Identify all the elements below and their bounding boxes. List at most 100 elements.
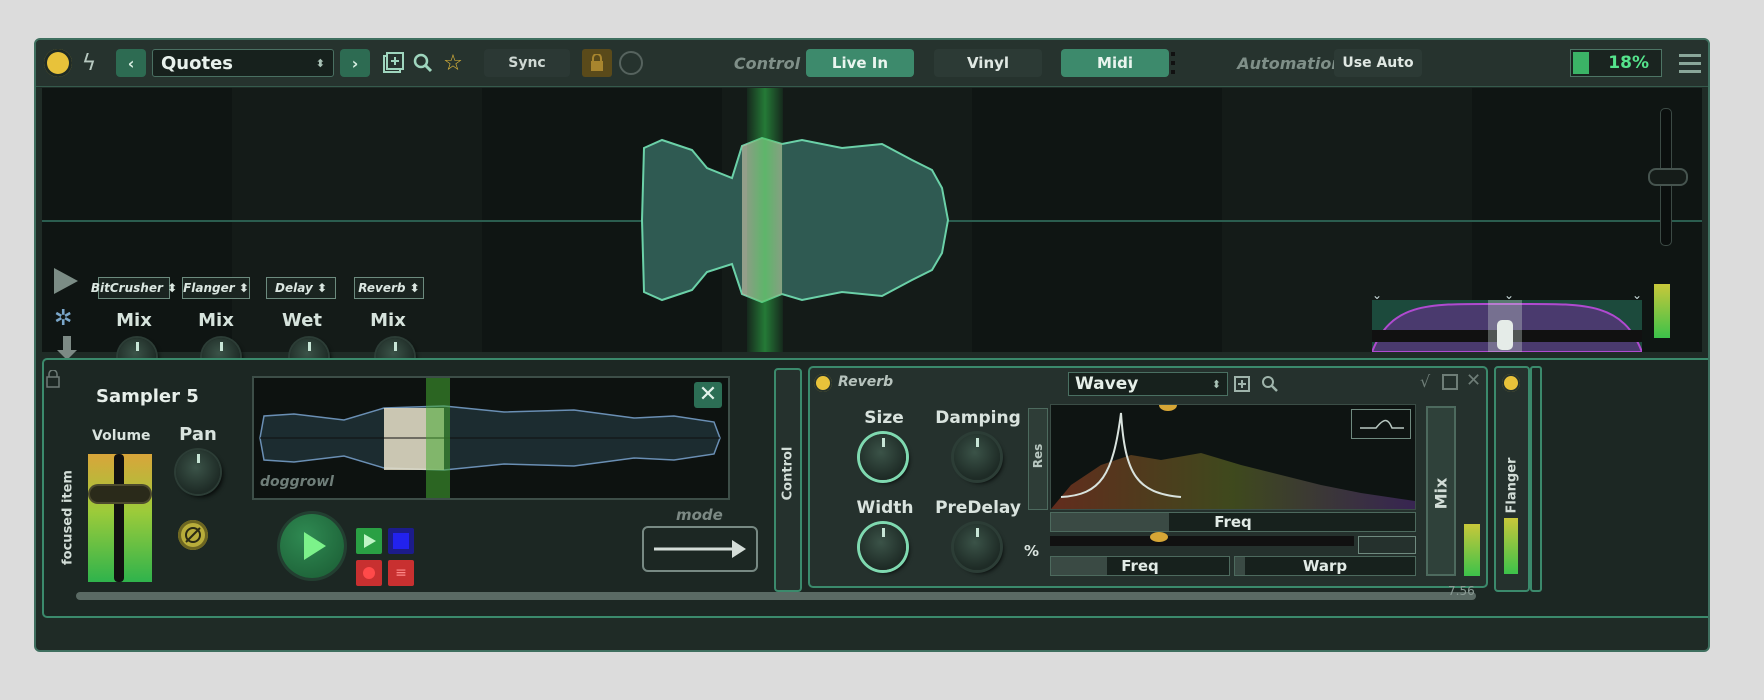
- knob-label: Mix: [370, 310, 406, 331]
- preset-dropdown[interactable]: Quotes ⬍: [152, 49, 334, 77]
- level-meter: [1654, 284, 1670, 338]
- horizontal-scrollbar[interactable]: [76, 592, 1476, 600]
- menu-icon[interactable]: [1679, 51, 1701, 75]
- sample-playhead[interactable]: [426, 378, 450, 498]
- collapsed-tab[interactable]: [1530, 366, 1542, 592]
- drag-handle-icon[interactable]: [1170, 49, 1176, 77]
- lock-icon[interactable]: [46, 369, 60, 392]
- search-icon[interactable]: [408, 49, 438, 77]
- app-window: ϟ ‹ Quotes ⬍ › ☆ Sync Control Live In Vi…: [34, 38, 1710, 652]
- vinyl-button[interactable]: Vinyl: [934, 49, 1042, 77]
- play-small-icon[interactable]: [356, 528, 382, 554]
- lock-icon[interactable]: [582, 49, 612, 77]
- midi-button[interactable]: Midi: [1061, 49, 1169, 77]
- freq-slider-top[interactable]: Freq: [1050, 512, 1416, 532]
- reverb-title: Reverb: [838, 374, 894, 390]
- play-button[interactable]: [280, 514, 344, 578]
- warp-slider[interactable]: Warp: [1234, 556, 1416, 576]
- fx-slot-flanger[interactable]: Flanger ⬍: [182, 277, 250, 299]
- expand-icon[interactable]: [1442, 374, 1458, 390]
- spectrum-display[interactable]: [1050, 404, 1416, 510]
- width-knob[interactable]: [860, 524, 906, 570]
- pan-label: Pan: [179, 424, 217, 445]
- curve-icon[interactable]: √: [1420, 372, 1430, 391]
- fx-slot-label: Flanger: [183, 281, 235, 295]
- cpu-meter: 18%: [1570, 49, 1662, 77]
- play-triangle-icon[interactable]: [52, 266, 80, 300]
- damping-knob[interactable]: [954, 434, 1000, 480]
- fx-slot-label: Delay: [275, 281, 313, 295]
- percent-slider[interactable]: [1050, 532, 1354, 546]
- waveform-area[interactable]: ✲ BitCrusher ⬍ Flanger ⬍ Delay ⬍ Reverb …: [42, 88, 1702, 376]
- record-icon[interactable]: [356, 560, 382, 586]
- cpu-value: 18%: [1608, 53, 1649, 73]
- control-tab[interactable]: Control: [774, 368, 802, 592]
- mix-slider[interactable]: Mix: [1426, 406, 1456, 576]
- mix-label: Mix: [1431, 477, 1451, 510]
- use-auto-button[interactable]: Use Auto: [1334, 49, 1422, 77]
- search-icon[interactable]: [1260, 374, 1280, 398]
- favorite-star-icon[interactable]: ☆: [440, 49, 466, 77]
- power-icon[interactable]: [44, 49, 72, 77]
- arrow-right-icon: [654, 540, 746, 558]
- prev-preset-button[interactable]: ‹: [116, 49, 146, 77]
- control-tab-label: Control: [780, 446, 796, 501]
- add-preset-icon[interactable]: [1234, 374, 1254, 398]
- reverb-power-icon[interactable]: [814, 374, 832, 392]
- percent-label: %: [1024, 542, 1040, 560]
- preset-name: Quotes: [161, 52, 234, 74]
- close-icon[interactable]: ✕: [694, 382, 722, 408]
- mode-toggle[interactable]: [642, 526, 758, 572]
- predelay-knob[interactable]: [954, 524, 1000, 570]
- add-preset-icon[interactable]: [378, 49, 408, 77]
- layers-icon[interactable]: ≡: [388, 560, 414, 586]
- updown-icon: ⬍: [315, 56, 325, 70]
- close-icon[interactable]: ✕: [1466, 370, 1481, 391]
- predelay-label: PreDelay: [935, 498, 1021, 518]
- playhead[interactable]: [747, 88, 783, 352]
- fx-slot-delay[interactable]: Delay ⬍: [266, 277, 336, 299]
- filter-shape-icon[interactable]: [1351, 409, 1411, 439]
- res-label: Res: [1031, 443, 1045, 469]
- freq-slider-bottom[interactable]: Freq: [1050, 556, 1230, 576]
- focused-item-label: focused item: [60, 470, 76, 565]
- res-slider[interactable]: Res: [1028, 408, 1048, 510]
- fader-thumb[interactable]: [90, 486, 150, 502]
- sync-button[interactable]: Sync: [484, 49, 570, 77]
- flanger-tab[interactable]: Flanger: [1494, 366, 1530, 592]
- sample-waveform-view[interactable]: doggrowl ✕: [252, 376, 730, 500]
- phase-invert-icon[interactable]: [178, 520, 208, 550]
- reverb-panel: Reverb Wavey ⬍ √ ✕ Size Damping Width Pr…: [808, 366, 1488, 588]
- live-in-button[interactable]: Live In: [806, 49, 914, 77]
- fx-slot-bitcrusher[interactable]: BitCrusher ⬍: [91, 277, 177, 299]
- reverb-preset-dropdown[interactable]: Wavey ⬍: [1068, 372, 1228, 396]
- scroll-value: 7.56: [1448, 584, 1475, 598]
- reverb-preset-name: Wavey: [1075, 374, 1139, 394]
- reverb-level-meter: [1464, 524, 1480, 576]
- volume-fader[interactable]: [88, 454, 152, 582]
- next-preset-button[interactable]: ›: [340, 49, 370, 77]
- knob-label: Wet: [281, 310, 323, 331]
- top-toolbar: ϟ ‹ Quotes ⬍ › ☆ Sync Control Live In Vi…: [36, 40, 1708, 87]
- knob-label: Mix: [198, 310, 234, 331]
- fx-slot-label: Reverb: [358, 281, 406, 295]
- sampler-title: Sampler 5: [96, 386, 199, 407]
- updown-icon: ⬍: [1211, 377, 1221, 391]
- settings-star-icon[interactable]: ✲: [54, 306, 72, 331]
- mode-label: mode: [676, 506, 723, 524]
- pan-knob[interactable]: [176, 450, 220, 494]
- flanger-power-icon[interactable]: [1502, 374, 1520, 392]
- stop-icon[interactable]: [388, 528, 414, 554]
- size-knob[interactable]: [860, 434, 906, 480]
- slider-thumb[interactable]: [1648, 168, 1688, 186]
- eq-curve-graphic[interactable]: [1372, 300, 1642, 352]
- width-label: Width: [856, 498, 914, 518]
- fx-slot-label: BitCrusher: [90, 281, 163, 295]
- damping-label: Damping: [935, 408, 1021, 428]
- bolt-icon[interactable]: ϟ: [78, 49, 100, 77]
- fx-slot-reverb[interactable]: Reverb ⬍: [354, 277, 424, 299]
- warp-shape-icon[interactable]: [1358, 536, 1416, 554]
- record-circle-icon[interactable]: [616, 49, 646, 77]
- freq-top-label: Freq: [1214, 513, 1252, 531]
- knob-label: Mix: [116, 310, 152, 331]
